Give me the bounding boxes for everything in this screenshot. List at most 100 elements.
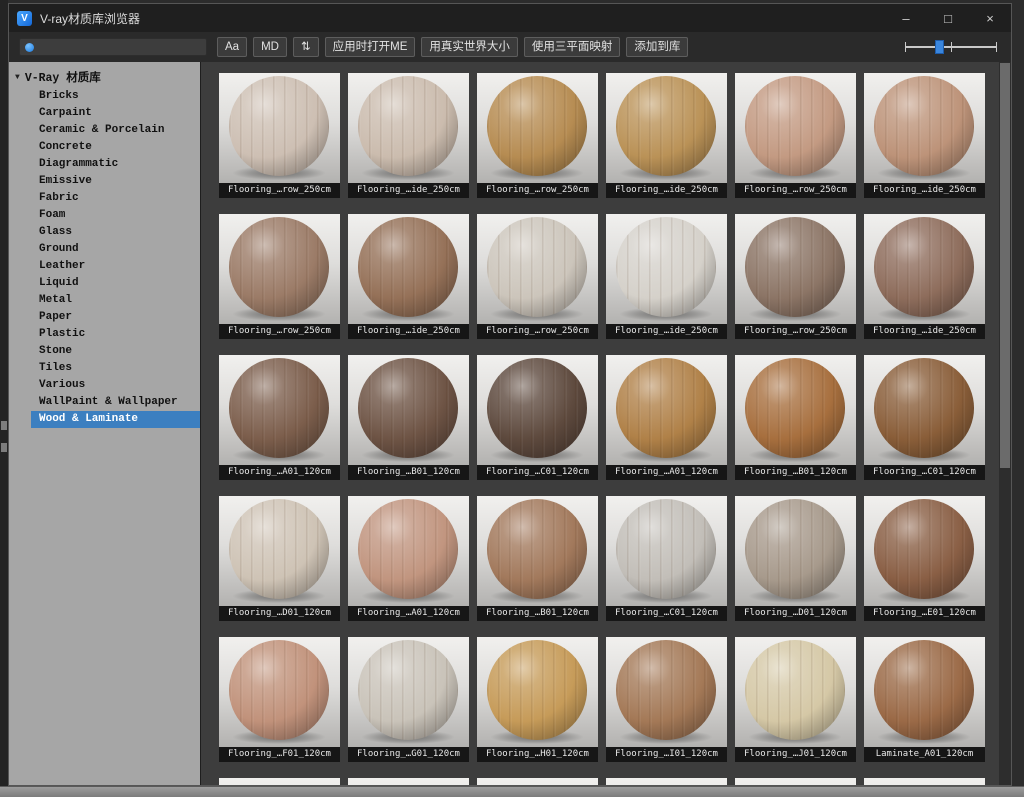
thumbnail-size-slider[interactable] [905, 37, 997, 57]
slider-tick [905, 42, 906, 52]
material-thumbnail[interactable]: Flooring_…row_250cm [219, 214, 340, 339]
material-thumbnail[interactable]: Flooring_…C01_120cm [606, 496, 727, 621]
material-preview [606, 214, 727, 324]
scrollbar-thumb[interactable] [1000, 63, 1010, 468]
material-thumbnail[interactable]: Flooring_…ide_250cm [864, 73, 985, 198]
sidebar-item-carpaint[interactable]: Carpaint [9, 105, 200, 122]
material-label: Flooring_…F01_120cm [219, 747, 340, 762]
material-sphere [229, 76, 329, 176]
material-thumbnail[interactable]: Flooring_…row_250cm [477, 73, 598, 198]
sidebar-root[interactable]: ▼ V-Ray 材质库 [9, 67, 200, 88]
material-thumbnail[interactable] [735, 778, 856, 785]
material-sphere [874, 76, 974, 176]
thumbnail-size-slider-handle[interactable] [935, 40, 944, 54]
material-thumbnail[interactable]: Flooring_…row_250cm [735, 73, 856, 198]
maximize-button[interactable]: □ [927, 4, 969, 32]
search-box[interactable] [19, 38, 207, 56]
material-thumbnail[interactable]: Flooring_…J01_120cm [735, 637, 856, 762]
material-thumbnail[interactable]: Flooring_…ide_250cm [864, 214, 985, 339]
vray-logo-icon: V [17, 11, 32, 26]
window-controls: – □ × [885, 4, 1011, 32]
minimize-button[interactable]: – [885, 4, 927, 32]
material-sphere [487, 217, 587, 317]
material-thumbnail[interactable] [606, 778, 727, 785]
sidebar-item-bricks[interactable]: Bricks [9, 88, 200, 105]
material-thumbnail[interactable]: Flooring_…H01_120cm [477, 637, 598, 762]
toolbar-button-open-in-material-editor[interactable]: 应用时打开ME [325, 37, 416, 57]
sidebar-item-stone[interactable]: Stone [9, 343, 200, 360]
tree-collapse-icon[interactable]: ▼ [15, 73, 20, 82]
material-label: Laminate_A01_120cm [864, 747, 985, 762]
material-thumbnail[interactable] [864, 778, 985, 785]
toolbar: Aa MD ⇅ 应用时打开ME用真实世界大小使用三平面映射添加到库 [9, 32, 1011, 62]
sidebar-tree: BricksCarpaintCeramic & PorcelainConcret… [9, 88, 200, 428]
search-input[interactable] [38, 39, 204, 55]
host-left-edge [0, 0, 8, 786]
material-thumbnail[interactable]: Flooring_…A01_120cm [348, 496, 469, 621]
sidebar-item-ceramic-porcelain[interactable]: Ceramic & Porcelain [9, 122, 200, 139]
material-preview [477, 778, 598, 785]
sidebar-item-glass[interactable]: Glass [9, 224, 200, 241]
material-label: Flooring_…ide_250cm [348, 183, 469, 198]
sidebar-item-wallpaint-wallpaper[interactable]: WallPaint & Wallpaper [9, 394, 200, 411]
material-thumbnail[interactable]: Flooring_…ide_250cm [606, 214, 727, 339]
sidebar-item-fabric[interactable]: Fabric [9, 190, 200, 207]
material-thumbnail[interactable]: Flooring_…ide_250cm [348, 214, 469, 339]
sidebar-item-concrete[interactable]: Concrete [9, 139, 200, 156]
material-sphere [616, 640, 716, 740]
material-label: Flooring_…ide_250cm [864, 324, 985, 339]
material-thumbnail[interactable]: Flooring_…B01_120cm [348, 355, 469, 480]
material-label: Flooring_…A01_120cm [348, 606, 469, 621]
material-thumbnail[interactable]: Flooring_…I01_120cm [606, 637, 727, 762]
material-preview [606, 496, 727, 606]
toolbar-button-real-world-size[interactable]: 用真实世界大小 [421, 37, 518, 57]
close-button[interactable]: × [969, 4, 1011, 32]
material-thumbnail[interactable] [348, 778, 469, 785]
sidebar-item-plastic[interactable]: Plastic [9, 326, 200, 343]
material-preview [864, 73, 985, 183]
material-thumbnail[interactable]: Flooring_…row_250cm [219, 73, 340, 198]
sidebar-item-paper[interactable]: Paper [9, 309, 200, 326]
material-thumbnail[interactable]: Flooring_…ide_250cm [606, 73, 727, 198]
material-thumbnail[interactable]: Flooring_…F01_120cm [219, 637, 340, 762]
material-thumbnail[interactable]: Flooring_…B01_120cm [477, 496, 598, 621]
sidebar-item-ground[interactable]: Ground [9, 241, 200, 258]
material-sphere [745, 499, 845, 599]
toolbar-button-sort-order[interactable]: ⇅ [293, 37, 319, 57]
material-preview [219, 73, 340, 183]
material-sphere [229, 499, 329, 599]
sidebar-item-foam[interactable]: Foam [9, 207, 200, 224]
material-thumbnail[interactable]: Laminate_A01_120cm [864, 637, 985, 762]
sidebar-item-wood-laminate[interactable]: Wood & Laminate [31, 411, 200, 428]
sidebar-item-diagrammatic[interactable]: Diagrammatic [9, 156, 200, 173]
material-thumbnail[interactable]: Flooring_…E01_120cm [864, 496, 985, 621]
toolbar-button-triplanar-mapping[interactable]: 使用三平面映射 [524, 37, 621, 57]
material-thumbnail[interactable]: Flooring_…row_250cm [477, 214, 598, 339]
material-thumbnail[interactable] [477, 778, 598, 785]
sidebar-item-emissive[interactable]: Emissive [9, 173, 200, 190]
material-preview [735, 355, 856, 465]
material-label: Flooring_…row_250cm [219, 183, 340, 198]
material-preview [348, 355, 469, 465]
sidebar-item-leather[interactable]: Leather [9, 258, 200, 275]
toolbar-button-add-to-library[interactable]: 添加到库 [626, 37, 688, 57]
material-thumbnail[interactable]: Flooring_…D01_120cm [735, 496, 856, 621]
material-thumbnail[interactable]: Flooring_…D01_120cm [219, 496, 340, 621]
material-thumbnail[interactable]: Flooring_…C01_120cm [477, 355, 598, 480]
material-thumbnail[interactable]: Flooring_…C01_120cm [864, 355, 985, 480]
sidebar-item-metal[interactable]: Metal [9, 292, 200, 309]
material-thumbnail[interactable]: Flooring_…B01_120cm [735, 355, 856, 480]
sidebar-item-various[interactable]: Various [9, 377, 200, 394]
toolbar-button-filter-aa[interactable]: Aa [217, 37, 247, 57]
material-thumbnail[interactable] [219, 778, 340, 785]
vertical-scrollbar[interactable] [999, 62, 1011, 785]
material-thumbnail[interactable]: Flooring_…A01_120cm [606, 355, 727, 480]
toolbar-button-filter-md[interactable]: MD [253, 37, 287, 57]
material-thumbnail[interactable]: Flooring_…ide_250cm [348, 73, 469, 198]
search-icon [25, 43, 34, 52]
material-thumbnail[interactable]: Flooring_…row_250cm [735, 214, 856, 339]
sidebar-item-tiles[interactable]: Tiles [9, 360, 200, 377]
material-thumbnail[interactable]: Flooring_…A01_120cm [219, 355, 340, 480]
sidebar-item-liquid[interactable]: Liquid [9, 275, 200, 292]
material-thumbnail[interactable]: Flooring_…G01_120cm [348, 637, 469, 762]
